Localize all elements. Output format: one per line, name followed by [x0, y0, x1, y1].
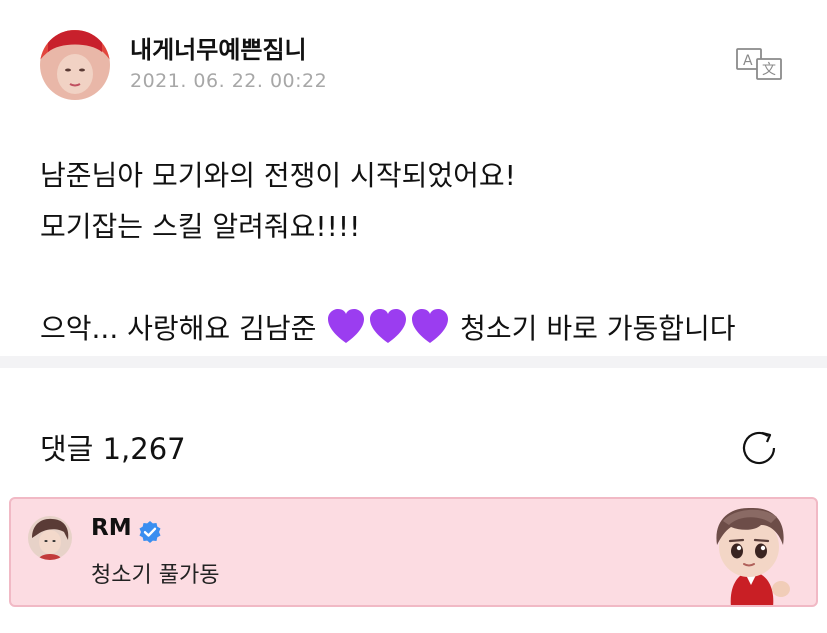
post-line: 남준님아 모기와의 전쟁이 시작되었어요! [40, 159, 516, 192]
svg-text:文: 文 [762, 62, 776, 78]
post-line: 모기잡는 스킬 알려줘요!!!! [40, 210, 361, 243]
comments-count: 댓글 1,267 [40, 432, 186, 466]
comments-header: 댓글 1,267 [0, 410, 827, 480]
post-content: 남준님아 모기와의 전쟁이 시작되었어요! 모기잡는 스킬 알려줘요!!!! 으… [40, 150, 800, 354]
purple-heart-icon [328, 309, 365, 343]
post-line-text: 청소기 바로 가동합니다 [460, 312, 736, 345]
author-avatar[interactable] [40, 30, 110, 100]
translate-icon[interactable]: A 文 [735, 47, 785, 81]
section-divider [0, 356, 827, 368]
post-line: 으악... 사랑해요 김남준 청소기 바로 가동합니다 [40, 303, 800, 354]
refresh-icon[interactable] [740, 428, 780, 468]
post-timestamp: 2021. 06. 22. 00:22 [130, 70, 328, 92]
post-line-text: 으악... 사랑해요 김남준 [40, 312, 317, 345]
comment-text: 청소기 풀가동 [91, 563, 220, 588]
purple-heart-icon [412, 309, 449, 343]
highlighted-comment[interactable]: RM 청소기 풀가동 [9, 497, 818, 607]
post-header: 내게너무예쁜짐니 2021. 06. 22. 00:22 A 文 [0, 0, 827, 120]
verified-badge-icon [138, 520, 162, 544]
commenter-name[interactable]: RM [91, 515, 132, 541]
purple-heart-icon [370, 309, 407, 343]
commenter-avatar[interactable] [28, 516, 72, 560]
character-sticker [701, 501, 801, 605]
author-name[interactable]: 내게너무예쁜짐니 [130, 30, 307, 65]
svg-text:A: A [743, 53, 753, 69]
